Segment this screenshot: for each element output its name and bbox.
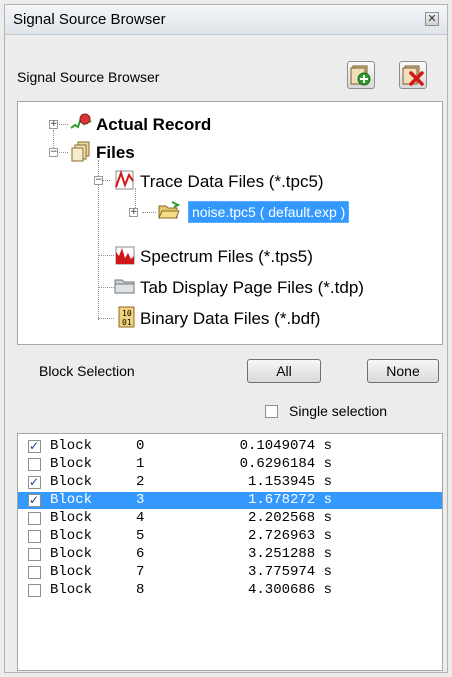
block-time: 2.726963 s: [247, 528, 332, 544]
signal-source-browser-window: Signal Source Browser ✕ Signal Source Br…: [4, 4, 448, 673]
block-time: 3.251288 s: [247, 546, 332, 562]
block-index: 2: [136, 474, 145, 490]
add-source-button[interactable]: [347, 61, 375, 89]
block-index: 1: [136, 456, 145, 472]
block-selection-label: Block Selection: [39, 363, 135, 379]
block-index: 4: [136, 510, 145, 526]
block-checkbox[interactable]: [28, 566, 41, 579]
block-row[interactable]: Block 0 0.1049074 s: [18, 438, 442, 455]
remove-source-button[interactable]: [399, 61, 427, 89]
window-title: Signal Source Browser: [13, 11, 166, 28]
block-time: 1.678272 s: [247, 492, 332, 508]
block-name: Block: [50, 546, 93, 562]
block-time: 0.1049074 s: [239, 438, 332, 454]
collapse-icon[interactable]: −: [49, 148, 58, 157]
close-icon: ✕: [427, 13, 437, 25]
block-name: Block: [50, 528, 93, 544]
block-index: 7: [136, 564, 145, 580]
tree-item-label: Files: [96, 143, 135, 162]
block-name: Block: [50, 456, 93, 472]
browser-header: Signal Source Browser: [5, 35, 447, 101]
trace-file-icon: [115, 169, 134, 190]
source-tree[interactable]: + Actual Record − Files − Trace Data Fil…: [17, 101, 443, 345]
block-index: 8: [136, 582, 145, 598]
selected-file-label: noise.tpc5 ( default.exp ): [188, 201, 350, 223]
block-checkbox[interactable]: [28, 458, 41, 471]
block-row[interactable]: Block 2 1.153945 s: [18, 474, 442, 491]
block-checkbox[interactable]: [28, 492, 41, 509]
block-index: 5: [136, 528, 145, 544]
block-row[interactable]: Block 8 4.300686 s: [18, 582, 442, 599]
block-checkbox[interactable]: [28, 548, 41, 561]
close-button[interactable]: ✕: [425, 12, 439, 26]
block-row[interactable]: Block 4 2.202568 s: [18, 510, 442, 527]
block-name: Block: [50, 582, 93, 598]
block-row[interactable]: Block 1 0.6296184 s: [18, 456, 442, 473]
block-row[interactable]: Block 7 3.775974 s: [18, 564, 442, 581]
block-name: Block: [50, 510, 93, 526]
block-index: 0: [136, 438, 145, 454]
open-folder-icon: [158, 201, 180, 219]
block-selection-section: Block Selection All None Single selectio…: [17, 347, 443, 431]
block-checkbox[interactable]: [28, 530, 41, 543]
tree-item-label: Binary Data Files (*.bdf): [140, 309, 321, 328]
block-time: 4.300686 s: [247, 582, 332, 598]
svg-text:01: 01: [122, 318, 132, 327]
svg-text:10: 10: [122, 309, 132, 318]
block-list[interactable]: Block 0 0.1049074 s Block 1 0.6296184 s Block 2…: [17, 433, 443, 671]
expand-icon[interactable]: +: [49, 120, 58, 129]
add-file-icon: [350, 65, 371, 86]
block-checkbox[interactable]: [28, 438, 41, 455]
actual-record-icon: [70, 113, 92, 129]
block-time: 2.202568 s: [247, 510, 332, 526]
block-time: 0.6296184 s: [239, 456, 332, 472]
block-index: 3: [136, 492, 145, 508]
tree-item-label: Tab Display Page Files (*.tdp): [140, 278, 364, 297]
select-all-button[interactable]: All: [247, 359, 321, 383]
block-row[interactable]: Block 3 1.678272 s: [18, 492, 442, 509]
single-selection-label: Single selection: [289, 403, 388, 419]
block-time: 3.775974 s: [247, 564, 332, 580]
block-name: Block: [50, 474, 93, 490]
block-name: Block: [50, 564, 93, 580]
block-checkbox[interactable]: [28, 512, 41, 525]
block-index: 6: [136, 546, 145, 562]
spectrum-file-icon: [115, 246, 135, 265]
title-bar[interactable]: Signal Source Browser ✕: [5, 5, 447, 35]
block-time: 1.153945 s: [247, 474, 332, 490]
block-row[interactable]: Block 6 3.251288 s: [18, 546, 442, 563]
files-folder-icon: [71, 141, 90, 162]
tree-item-actual-record[interactable]: + Actual Record: [18, 111, 438, 137]
tree-item-label: Spectrum Files (*.tps5): [140, 247, 313, 266]
block-checkbox[interactable]: [28, 474, 41, 491]
folder-icon: [114, 279, 135, 294]
tree-item-spectrum-files[interactable]: Spectrum Files (*.tps5): [18, 242, 438, 268]
tree-item-files[interactable]: − Files: [18, 139, 438, 165]
tree-item-label: Actual Record: [96, 115, 212, 134]
tree-item-binary-files[interactable]: 10 01 Binary Data Files (*.bdf): [18, 305, 438, 331]
block-checkbox[interactable]: [28, 584, 41, 597]
remove-file-icon: [402, 65, 424, 86]
tree-item-noise-file[interactable]: + noise.tpc5 ( default.exp ): [18, 199, 438, 225]
select-none-button[interactable]: None: [367, 359, 439, 383]
block-row[interactable]: Block 5 2.726963 s: [18, 528, 442, 545]
block-name: Block: [50, 438, 93, 454]
binary-file-icon: 10 01: [118, 306, 135, 328]
tree-item-label: Trace Data Files (*.tpc5): [140, 172, 324, 191]
tree-item-trace-data-files[interactable]: − Trace Data Files (*.tpc5): [18, 168, 438, 194]
header-label: Signal Source Browser: [17, 69, 160, 85]
expand-icon[interactable]: +: [129, 208, 138, 217]
block-name: Block: [50, 492, 93, 508]
single-selection-checkbox[interactable]: [265, 405, 278, 418]
collapse-icon[interactable]: −: [94, 176, 103, 185]
tree-item-tab-display-files[interactable]: Tab Display Page Files (*.tdp): [18, 274, 438, 300]
